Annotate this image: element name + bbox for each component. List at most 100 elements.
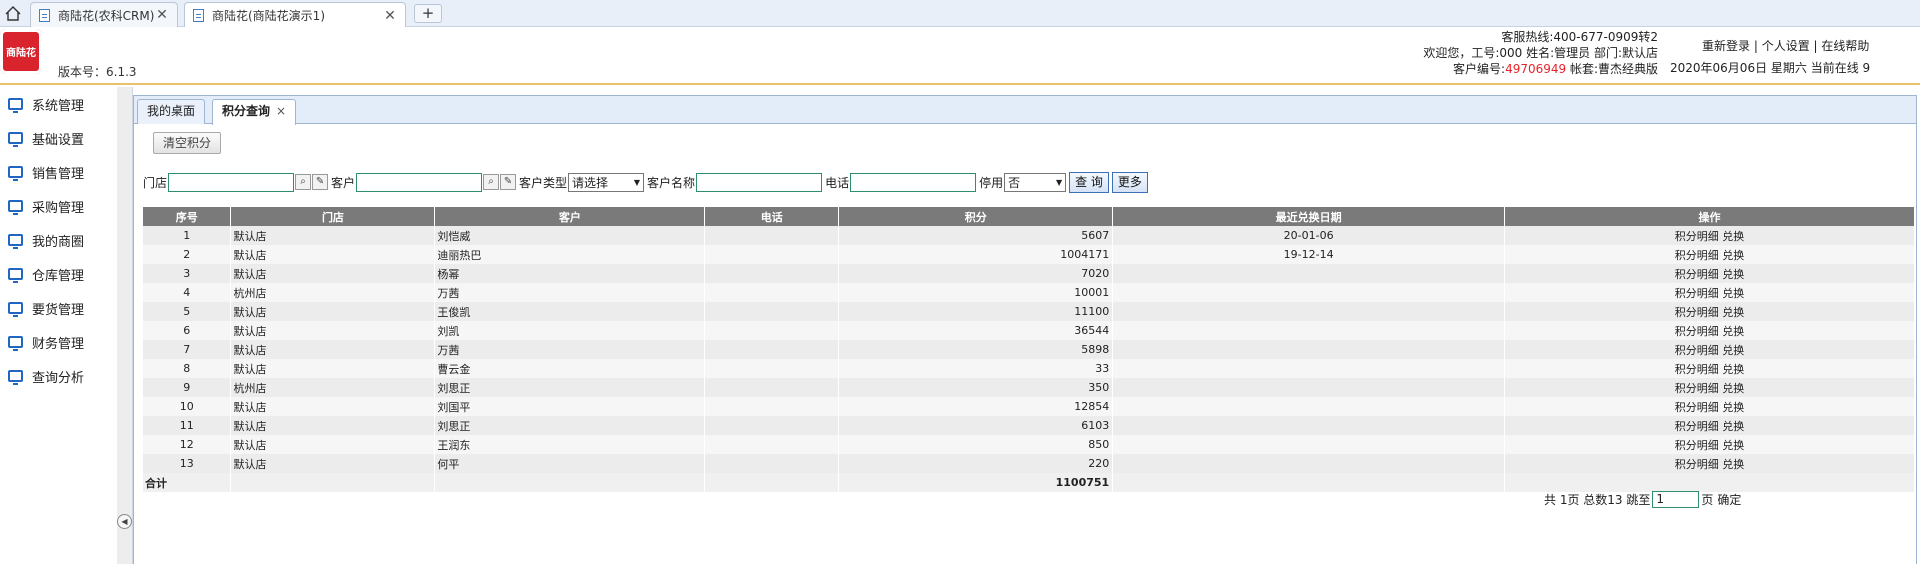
online-help-link[interactable]: 在线帮助 bbox=[1821, 39, 1869, 53]
row-last-redeem-date bbox=[1112, 283, 1506, 302]
row-customer: 刘凯 bbox=[434, 321, 706, 340]
points-detail-link[interactable]: 积分明细 bbox=[1675, 458, 1719, 471]
new-tab-button[interactable]: + bbox=[414, 4, 442, 23]
tab-points-query[interactable]: 积分查询 × bbox=[212, 99, 297, 125]
sidebar-item-sales[interactable]: 销售管理 bbox=[0, 155, 118, 189]
table-row[interactable]: 5 默认店 王俊凯 11100 积分明细 兑换 bbox=[143, 302, 1915, 321]
browser-tab-crm[interactable]: 商陆花(农科CRM) ✕ bbox=[30, 2, 178, 27]
redeem-link[interactable]: 兑换 bbox=[1722, 306, 1744, 319]
query-button[interactable]: 查 询 bbox=[1069, 171, 1109, 193]
sidebar-item-query-analysis[interactable]: 查询分析 bbox=[0, 359, 118, 393]
search-icon[interactable]: ⌕ bbox=[483, 174, 500, 190]
table-row[interactable]: 2 默认店 迪丽热巴 1004171 19-12-14 积分明细 兑换 bbox=[143, 245, 1915, 264]
customer-type-select[interactable]: 请选择 ▼ bbox=[568, 172, 645, 192]
column-header[interactable]: 客户 bbox=[434, 207, 706, 226]
eraser-icon[interactable]: ✎ bbox=[500, 174, 517, 190]
page-jump-input[interactable]: 1 bbox=[1652, 491, 1700, 508]
row-phone bbox=[704, 302, 840, 321]
disabled-select[interactable]: 否 ▼ bbox=[1004, 172, 1067, 192]
row-customer: 王俊凯 bbox=[434, 302, 706, 321]
column-header[interactable]: 电话 bbox=[704, 207, 840, 226]
redeem-link[interactable]: 兑换 bbox=[1722, 344, 1744, 357]
table-row[interactable]: 3 默认店 杨幂 7020 积分明细 兑换 bbox=[143, 264, 1915, 283]
collapse-sidebar-icon[interactable]: ◀ bbox=[117, 514, 132, 529]
table-row[interactable]: 1 默认店 刘恺威 5607 20-01-06 积分明细 兑换 bbox=[143, 226, 1915, 245]
table-row[interactable]: 8 默认店 曹云金 33 积分明细 兑换 bbox=[143, 359, 1915, 378]
sidebar-item-system[interactable]: 系统管理 bbox=[0, 87, 118, 121]
customer-name-input[interactable] bbox=[696, 172, 823, 192]
sidebar-item-finance[interactable]: 财务管理 bbox=[0, 325, 118, 359]
redeem-link[interactable]: 兑换 bbox=[1722, 420, 1744, 433]
redeem-link[interactable]: 兑换 bbox=[1722, 268, 1744, 281]
close-icon[interactable]: ✕ bbox=[383, 8, 397, 24]
sidebar-item-label: 我的商圈 bbox=[32, 234, 85, 250]
column-header[interactable]: 最近兑换日期 bbox=[1112, 207, 1506, 226]
table-row[interactable]: 13 默认店 何平 220 积分明细 兑换 bbox=[143, 454, 1915, 473]
column-header[interactable]: 积分 bbox=[838, 207, 1114, 226]
clear-points-button[interactable]: 清空积分 bbox=[153, 132, 222, 154]
row-points: 1004171 bbox=[838, 245, 1114, 264]
redeem-link[interactable]: 兑换 bbox=[1722, 382, 1744, 395]
store-input[interactable] bbox=[168, 172, 295, 192]
row-points: 12854 bbox=[838, 397, 1114, 416]
sidebar-splitter[interactable] bbox=[117, 87, 133, 564]
search-icon[interactable]: ⌕ bbox=[295, 174, 312, 190]
customer-input[interactable] bbox=[356, 172, 483, 192]
points-detail-link[interactable]: 积分明细 bbox=[1675, 420, 1719, 433]
row-no: 9 bbox=[143, 378, 232, 397]
points-table: 序号 门店 客户 电话 积分 最近兑换日期 操作 1 默认店 刘恺威 5607 20-0… bbox=[143, 207, 1915, 492]
table-row[interactable]: 12 默认店 王润东 850 积分明细 兑换 bbox=[143, 435, 1915, 454]
row-last-redeem-date bbox=[1112, 454, 1506, 473]
points-detail-link[interactable]: 积分明细 bbox=[1675, 401, 1719, 414]
table-row[interactable]: 7 默认店 万茜 5898 积分明细 兑换 bbox=[143, 340, 1915, 359]
points-detail-link[interactable]: 积分明细 bbox=[1675, 439, 1719, 452]
table-row[interactable]: 6 默认店 刘凯 36544 积分明细 兑换 bbox=[143, 321, 1915, 340]
close-icon[interactable]: ✕ bbox=[155, 7, 169, 23]
points-detail-link[interactable]: 积分明细 bbox=[1675, 363, 1719, 376]
phone-input[interactable] bbox=[850, 172, 977, 192]
redeem-link[interactable]: 兑换 bbox=[1722, 363, 1744, 376]
redeem-link[interactable]: 兑换 bbox=[1722, 287, 1744, 300]
table-row[interactable]: 9 杭州店 刘思正 350 积分明细 兑换 bbox=[143, 378, 1915, 397]
redeem-link[interactable]: 兑换 bbox=[1722, 230, 1744, 243]
sidebar-item-warehouse[interactable]: 仓库管理 bbox=[0, 257, 118, 291]
points-detail-link[interactable]: 积分明细 bbox=[1675, 287, 1719, 300]
sidebar-item-my-circle[interactable]: 我的商圈 bbox=[0, 223, 118, 257]
points-detail-link[interactable]: 积分明细 bbox=[1675, 344, 1719, 357]
close-icon[interactable]: × bbox=[276, 104, 286, 118]
tab-my-desktop[interactable]: 我的桌面 bbox=[137, 99, 206, 124]
browser-tab-demo[interactable]: 商陆花(商陆花演示1) ✕ bbox=[184, 2, 406, 28]
relogin-link[interactable]: 重新登录 bbox=[1702, 39, 1750, 53]
points-detail-link[interactable]: 积分明细 bbox=[1675, 325, 1719, 338]
points-detail-link[interactable]: 积分明细 bbox=[1675, 230, 1719, 243]
points-detail-link[interactable]: 积分明细 bbox=[1675, 249, 1719, 262]
sidebar-item-label: 仓库管理 bbox=[32, 268, 85, 284]
redeem-link[interactable]: 兑换 bbox=[1722, 401, 1744, 414]
personal-settings-link[interactable]: 个人设置 bbox=[1762, 39, 1810, 53]
points-detail-link[interactable]: 积分明细 bbox=[1675, 306, 1719, 319]
row-last-redeem-date bbox=[1112, 359, 1506, 378]
table-row[interactable]: 10 默认店 刘国平 12854 积分明细 兑换 bbox=[143, 397, 1915, 416]
more-button[interactable]: 更多 bbox=[1111, 171, 1148, 193]
row-store: 默认店 bbox=[230, 416, 436, 435]
pager-confirm-button[interactable]: 确定 bbox=[1717, 491, 1741, 508]
redeem-link[interactable]: 兑换 bbox=[1722, 249, 1744, 262]
eraser-icon[interactable]: ✎ bbox=[312, 174, 329, 190]
sidebar-item-purchase[interactable]: 采购管理 bbox=[0, 189, 118, 223]
hotline-text: 客服热线:400-677-0909转2 bbox=[1501, 30, 1658, 44]
column-header[interactable]: 序号 bbox=[143, 207, 232, 226]
app-logo: 商陆花 bbox=[0, 29, 42, 74]
table-row[interactable]: 11 默认店 刘思正 6103 积分明细 兑换 bbox=[143, 416, 1915, 435]
points-detail-link[interactable]: 积分明细 bbox=[1675, 268, 1719, 281]
points-detail-link[interactable]: 积分明细 bbox=[1675, 382, 1719, 395]
sidebar-item-basic-settings[interactable]: 基础设置 bbox=[0, 121, 118, 155]
redeem-link[interactable]: 兑换 bbox=[1722, 325, 1744, 338]
column-header[interactable]: 操作 bbox=[1504, 207, 1915, 226]
redeem-link[interactable]: 兑换 bbox=[1722, 439, 1744, 452]
redeem-link[interactable]: 兑换 bbox=[1722, 458, 1744, 471]
sidebar-item-requisition[interactable]: 要货管理 bbox=[0, 291, 118, 325]
home-icon[interactable] bbox=[0, 0, 26, 27]
row-store: 杭州店 bbox=[230, 378, 436, 397]
column-header[interactable]: 门店 bbox=[230, 207, 436, 226]
table-row[interactable]: 4 杭州店 万茜 10001 积分明细 兑换 bbox=[143, 283, 1915, 302]
